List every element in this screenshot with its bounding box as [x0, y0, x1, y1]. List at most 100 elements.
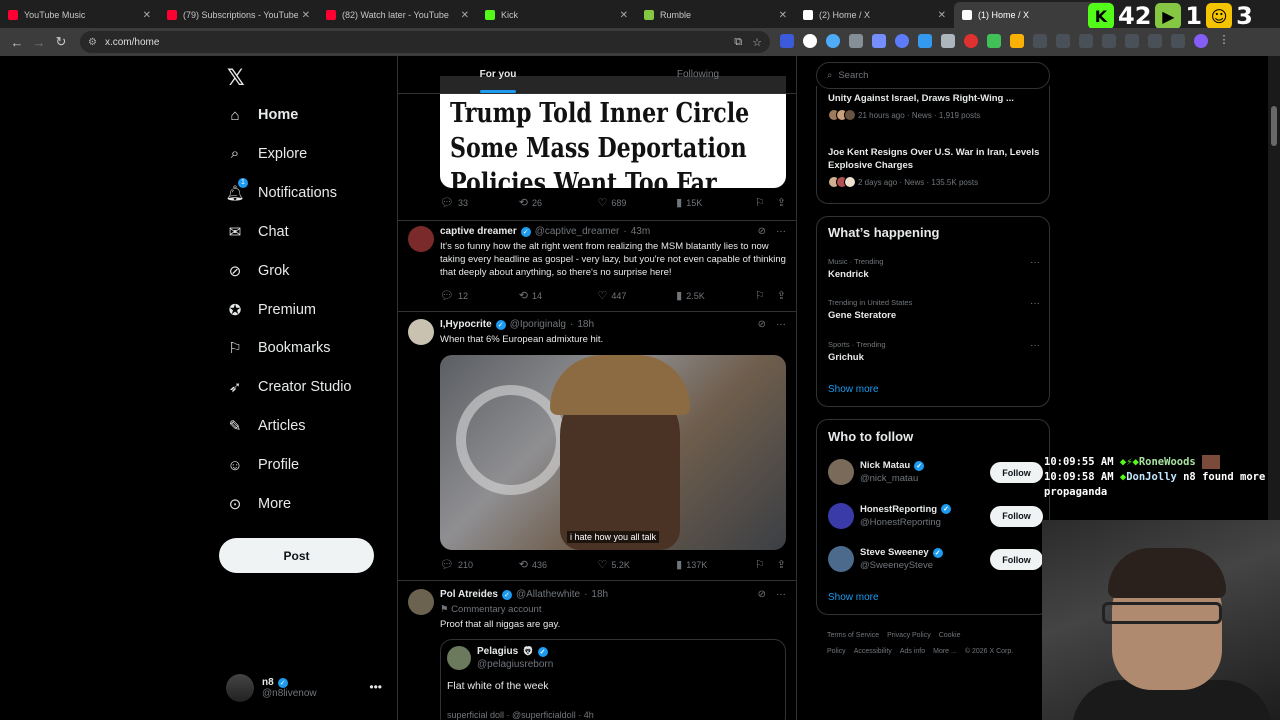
tweet-time[interactable]: 43m: [631, 226, 650, 237]
close-tab-icon[interactable]: ✕: [461, 10, 469, 21]
tweet-time[interactable]: 18h: [591, 589, 608, 600]
extension-icon[interactable]: [826, 34, 840, 48]
trend-item[interactable]: Trending in United States Gene Steratore…: [828, 298, 1040, 321]
browser-tab[interactable]: Kick ✕: [477, 2, 636, 28]
reload-icon[interactable]: ↻: [50, 31, 72, 53]
news-item[interactable]: Joe Kent Resigns Over U.S. War in Iran, …: [828, 146, 1040, 188]
quoted-tweet[interactable]: Pelagius 🦁︎ ✓ @pelagiusreborn Flat white…: [440, 639, 786, 720]
extension-icon[interactable]: [872, 34, 886, 48]
more-options-icon[interactable]: ···: [776, 319, 786, 330]
reply-button[interactable]: 💬︎ 12: [440, 289, 519, 302]
forward-icon[interactable]: →: [28, 31, 50, 53]
tweet[interactable]: I,Hypocrite ✓ @Iporiginalg · 18h ⊘ ··· Wh…: [398, 319, 796, 579]
extension-icon[interactable]: [964, 34, 978, 48]
repost-button[interactable]: ⟲ 26: [519, 196, 598, 209]
follow-button[interactable]: Follow: [990, 462, 1043, 483]
grok-icon[interactable]: ⊘: [758, 226, 766, 237]
browser-tab[interactable]: Rumble ✕: [636, 2, 795, 28]
more-options-icon[interactable]: ···: [776, 226, 786, 237]
bookmark-icon[interactable]: ⚐: [755, 196, 765, 209]
devtools-icon[interactable]: [1102, 34, 1116, 48]
close-tab-icon[interactable]: ✕: [620, 10, 628, 21]
extension-icon[interactable]: [1079, 34, 1093, 48]
tweet-time[interactable]: 18h: [577, 319, 594, 330]
nav-item-notifications[interactable]: 🔔︎ 1 Notifications: [225, 177, 337, 202]
footer-link[interactable]: © 2026 X Corp.: [965, 648, 1013, 655]
views-button[interactable]: ▮ 2.5K: [676, 289, 755, 302]
more-options-icon[interactable]: •••: [369, 680, 382, 694]
views-button[interactable]: ▮ 15K: [676, 196, 755, 209]
author-name[interactable]: I,Hypocrite: [440, 319, 492, 330]
extension-icon[interactable]: [895, 34, 909, 48]
extensions-puzzle-icon[interactable]: [1033, 34, 1047, 48]
share-icon[interactable]: ⇪: [777, 289, 786, 302]
address-bar[interactable]: ⚙ x.com/home ⧉ ☆: [80, 31, 770, 53]
tab-following[interactable]: Following: [598, 56, 796, 93]
sidepanel-icon[interactable]: [1148, 34, 1162, 48]
extension-icon[interactable]: [803, 34, 817, 48]
extension-icon[interactable]: [941, 34, 955, 48]
news-item[interactable]: Unity Against Israel, Draws Right-Wing .…: [828, 92, 1040, 121]
browser-tab[interactable]: YouTube Music ✕: [0, 2, 159, 28]
extension-icon[interactable]: [849, 34, 863, 48]
more-options-icon[interactable]: ···: [1030, 257, 1040, 268]
nav-item-profile[interactable]: ☺ Profile: [226, 456, 299, 474]
share-icon[interactable]: ⇪: [777, 558, 786, 571]
more-options-icon[interactable]: ···: [1030, 298, 1040, 309]
nav-item-premium[interactable]: ✪ Premium: [226, 301, 316, 319]
like-button[interactable]: ♡ 447: [597, 289, 676, 302]
extension-icon[interactable]: [987, 34, 1001, 48]
follow-button[interactable]: Follow: [990, 505, 1043, 527]
nav-item-explore[interactable]: ⌕ Explore: [226, 145, 307, 163]
scrollbar-thumb[interactable]: [1271, 106, 1277, 146]
author-name[interactable]: captive dreamer: [440, 226, 517, 237]
star-icon[interactable]: ☆: [752, 36, 762, 49]
bookmark-icon[interactable]: ⚐: [755, 558, 765, 571]
extension-icon[interactable]: [1125, 34, 1139, 48]
close-tab-icon[interactable]: ✕: [938, 10, 946, 21]
post-button[interactable]: Post: [219, 538, 374, 573]
bookmark-icon[interactable]: ⚐: [755, 289, 765, 302]
nav-item-more[interactable]: ⊙ More: [226, 495, 291, 513]
search-input[interactable]: ⌕ Search: [816, 62, 1050, 89]
avatar[interactable]: [408, 589, 434, 615]
more-options-icon[interactable]: ···: [1030, 340, 1040, 351]
history-icon[interactable]: [1056, 34, 1070, 48]
back-icon[interactable]: ←: [6, 31, 28, 53]
close-tab-icon[interactable]: ✕: [302, 10, 310, 21]
nav-item-creator-studio[interactable]: ➶ Creator Studio: [226, 378, 352, 396]
extension-icon[interactable]: [1010, 34, 1024, 48]
close-tab-icon[interactable]: ✕: [779, 10, 787, 21]
nav-item-articles[interactable]: ✎ Articles: [226, 417, 306, 435]
like-button[interactable]: ♡ 689: [597, 196, 676, 209]
trend-item[interactable]: Sports · Trending Grichuk ···: [828, 340, 1040, 363]
browser-tab[interactable]: (2) Home / X ✕: [795, 2, 954, 28]
browser-tab[interactable]: (79) Subscriptions - YouTube ✕: [159, 2, 318, 28]
account-switcher[interactable]: n8 ✓ @n8livenow •••: [226, 674, 386, 702]
extension-icon[interactable]: [1171, 34, 1185, 48]
site-info-icon[interactable]: ⚙: [88, 37, 97, 48]
nav-item-chat[interactable]: ✉ Chat: [226, 223, 289, 241]
extension-icon[interactable]: [918, 34, 932, 48]
reply-button[interactable]: 💬︎ 210: [440, 558, 519, 571]
tweet[interactable]: Pol Atreides ✓ @Allathewhite · 18h ⊘ ··· …: [398, 589, 796, 720]
like-button[interactable]: ♡ 5.2K: [597, 558, 676, 571]
show-more-link[interactable]: Show more: [828, 384, 879, 395]
more-options-icon[interactable]: ···: [776, 589, 786, 600]
trend-item[interactable]: Music · Trending Kendrick ···: [828, 257, 1040, 280]
footer-link[interactable]: More ...: [933, 648, 957, 655]
grok-icon[interactable]: ⊘: [758, 589, 766, 600]
tweet-video[interactable]: i hate how you all talk: [440, 355, 786, 550]
repost-button[interactable]: ⟲ 14: [519, 289, 598, 302]
x-logo-icon[interactable]: 𝕏: [227, 66, 245, 91]
follow-suggestion[interactable]: Steve Sweeney ✓ @SweeneySteve Follow: [828, 545, 1043, 577]
footer-link[interactable]: Accessibility: [854, 648, 892, 655]
extension-icon[interactable]: [780, 34, 794, 48]
profile-avatar-icon[interactable]: [1194, 34, 1208, 48]
author-handle[interactable]: @Allathewhite: [516, 589, 580, 600]
footer-link[interactable]: Ads info: [900, 648, 925, 655]
footer-link[interactable]: Privacy Policy: [887, 632, 931, 639]
grok-icon[interactable]: ⊘: [758, 319, 766, 330]
nav-item-home[interactable]: ⌂ Home: [226, 106, 298, 124]
repost-button[interactable]: ⟲ 436: [519, 558, 598, 571]
